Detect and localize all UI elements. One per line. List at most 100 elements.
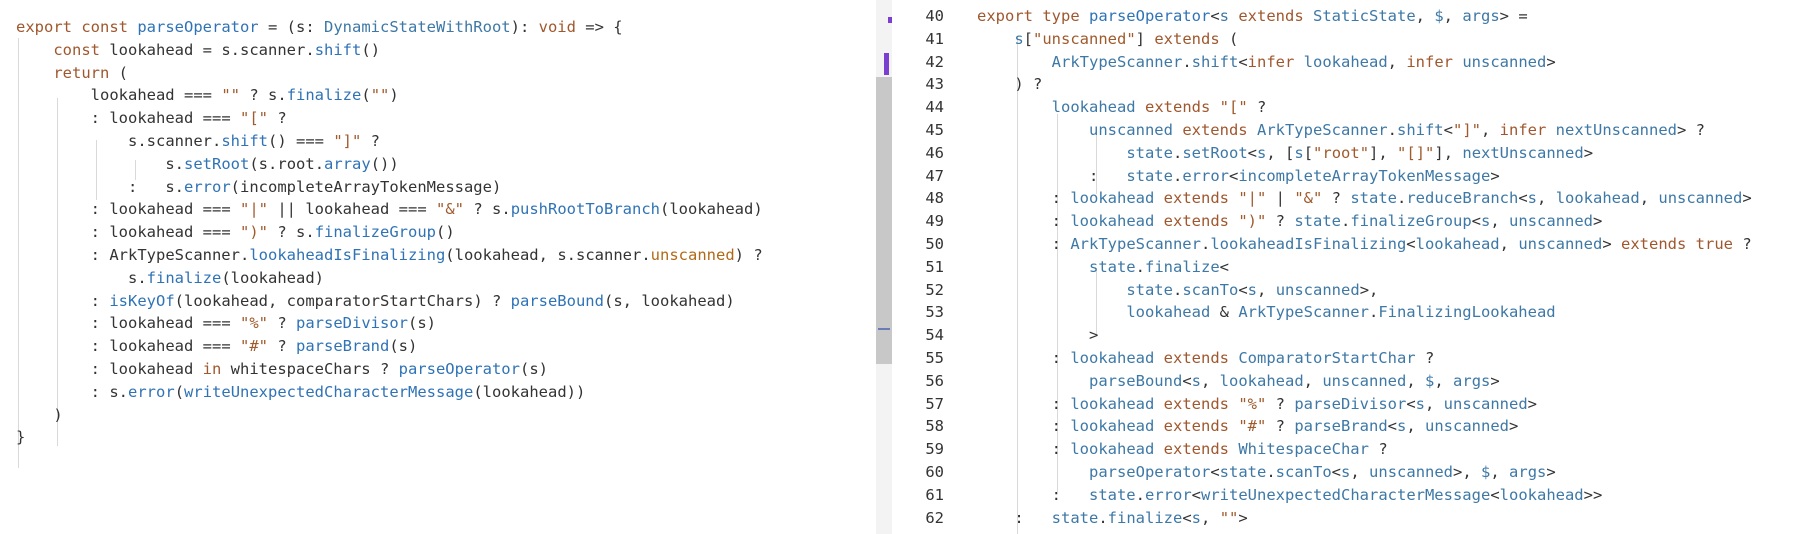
code-token: :	[977, 485, 1089, 504]
code-line[interactable]: : lookahead === ")" ? s.finalizeGroup()	[16, 221, 455, 244]
code-token: finalize	[1107, 508, 1183, 527]
code-line[interactable]: s["unscanned"] extends (	[977, 28, 1238, 51]
code-line[interactable]: : lookahead extends "#" ? parseBrand<s, …	[977, 415, 1519, 438]
code-line[interactable]: : lookahead === "#" ? parseBrand(s)	[16, 335, 418, 358]
code-token: s	[258, 154, 269, 173]
code-token: s	[1191, 508, 1202, 527]
code-token: |	[1266, 189, 1295, 208]
code-line[interactable]: : lookahead === "|" || lookahead === "&"…	[16, 198, 763, 221]
line-number: 62	[925, 508, 944, 527]
code-token: )	[16, 405, 63, 424]
code-line[interactable]: parseBound<s, lookahead, unscanned, $, a…	[977, 370, 1500, 393]
code-line[interactable]: : state.error<writeUnexpectedCharacterMe…	[977, 484, 1603, 507]
code-token: state	[1088, 485, 1136, 504]
code-token: ,	[622, 291, 642, 310]
code-line[interactable]: : lookahead extends "%" ? parseDivisor<s…	[977, 393, 1537, 416]
code-line[interactable]: ) ?	[977, 73, 1042, 96]
code-line[interactable]: const lookahead = s.scanner.shift()	[16, 39, 380, 62]
right-editor[interactable]: 40 41 42 43 44 45 46 47 48 49 50 51 52 53 54 55 56 57 58 59…	[892, 0, 1798, 534]
line-number: 46	[925, 143, 944, 162]
code-line[interactable]: parseOperator<state.scanTo<s, unscanned>…	[977, 461, 1556, 484]
code-line[interactable]: : isKeyOf(lookahead, comparatorStartChar…	[16, 290, 735, 313]
code-token: lookahead	[1303, 52, 1388, 71]
code-line[interactable]: : lookahead in whitespaceChars ? parseOp…	[16, 358, 548, 381]
code-token: incompleteArrayTokenMessage	[240, 177, 492, 196]
code-line[interactable]: : state.error<incompleteArrayTokenMessag…	[977, 165, 1500, 188]
code-line[interactable]: export const parseOperator = (s: Dynamic…	[16, 16, 623, 39]
code-line[interactable]: >	[977, 324, 1098, 347]
code-token: s	[1481, 212, 1491, 231]
code-token: .	[1182, 52, 1192, 71]
code-token: >	[1238, 508, 1248, 527]
code-token: unscanned	[650, 246, 735, 264]
code-line[interactable]: lookahead === "" ? s.finalize("")	[16, 84, 399, 107]
code-token: (	[249, 154, 259, 173]
line-number: 59	[925, 440, 944, 459]
code-line[interactable]: : ArkTypeScanner.lookaheadIsFinalizing<l…	[977, 233, 1752, 256]
code-token: .	[1172, 143, 1183, 162]
code-line[interactable]: lookahead extends "[" ?	[977, 96, 1267, 119]
code-token: extends	[1154, 349, 1239, 367]
code-token: >	[1546, 463, 1556, 481]
code-line[interactable]: state.setRoot<s, [s["root"], "[]"], next…	[977, 142, 1593, 165]
code-token: >	[1593, 212, 1603, 231]
code-token: error	[1182, 166, 1229, 185]
code-token: ===	[193, 200, 240, 219]
code-token: shift	[221, 132, 269, 150]
code-line[interactable]: )	[16, 404, 63, 427]
code-token: lookahead	[482, 382, 567, 401]
code-token: ) ?	[977, 75, 1043, 94]
code-token: :	[977, 417, 1071, 436]
code-line[interactable]: : ArkTypeScanner.lookaheadIsFinalizing(l…	[16, 244, 763, 267]
code-token: s	[127, 268, 138, 287]
code-line[interactable]: }	[16, 426, 25, 449]
code-token: writeUnexpectedCharacterMessage	[184, 382, 474, 401]
line-number: 51	[925, 257, 944, 276]
code-token: lookahead	[90, 86, 175, 105]
code-token: = (	[258, 18, 296, 36]
code-token: ,	[1406, 371, 1426, 390]
code-token: finalizeGroup	[1350, 212, 1472, 231]
code-line[interactable]: : lookahead extends WhitespaceChar ?	[977, 438, 1388, 461]
code-token: scanTo	[1275, 463, 1332, 481]
left-editor[interactable]: export const parseOperator = (s: Dynamic…	[0, 0, 876, 534]
code-token: ?	[1368, 440, 1388, 459]
code-line[interactable]: state.scanTo<s, unscanned>,	[977, 279, 1378, 302]
code-token: >	[1602, 235, 1612, 253]
code-token: (	[221, 268, 231, 287]
code-line[interactable]: : lookahead === "%" ? parseDivisor(s)	[16, 312, 436, 335]
code-token: extends	[1611, 235, 1696, 253]
code-line[interactable]: : lookahead extends ComparatorStartChar …	[977, 347, 1435, 370]
line-number: 47	[925, 166, 944, 185]
code-token: (	[1229, 29, 1239, 48]
code-line[interactable]: : lookahead === "[" ?	[16, 107, 287, 130]
code-token: comparatorStartChars	[286, 291, 474, 310]
code-line[interactable]: export type parseOperator<s extends Stat…	[977, 5, 1528, 28]
code-token: .	[137, 132, 147, 150]
code-token: ,	[1499, 235, 1519, 253]
code-token: ,	[1415, 7, 1435, 25]
code-line[interactable]: ArkTypeScanner.shift<infer lookahead, in…	[977, 51, 1556, 74]
code-line[interactable]: return (	[16, 62, 128, 85]
code-line[interactable]: s.finalize(lookahead)	[16, 267, 324, 290]
code-token: :	[977, 349, 1071, 367]
code-line[interactable]: s.scanner.shift() === "]" ?	[16, 130, 380, 153]
code-token: <	[1331, 463, 1342, 481]
code-line[interactable]: state.finalize<	[977, 256, 1229, 279]
code-line[interactable]: : s.error(incompleteArrayTokenMessage)	[16, 176, 501, 199]
code-token: :	[977, 508, 1052, 527]
code-token: .	[305, 40, 315, 59]
code-token: ()	[436, 223, 455, 242]
code-line[interactable]: : s.error(writeUnexpectedCharacterMessag…	[16, 381, 586, 404]
code-line[interactable]: s.setRoot(s.root.array())	[16, 153, 398, 176]
code-line[interactable]: : lookahead extends ")" ? state.finalize…	[977, 210, 1603, 233]
code-line[interactable]: : lookahead extends "|" | "&" ? state.re…	[977, 187, 1752, 210]
code-line[interactable]: unscanned extends ArkTypeScanner.shift<"…	[977, 119, 1705, 142]
code-line[interactable]: lookahead & ArkTypeScanner.FinalizingLoo…	[977, 301, 1555, 324]
code-token: unscanned	[1369, 463, 1454, 481]
code-line[interactable]: : state.finalize<s, "">	[977, 507, 1248, 530]
